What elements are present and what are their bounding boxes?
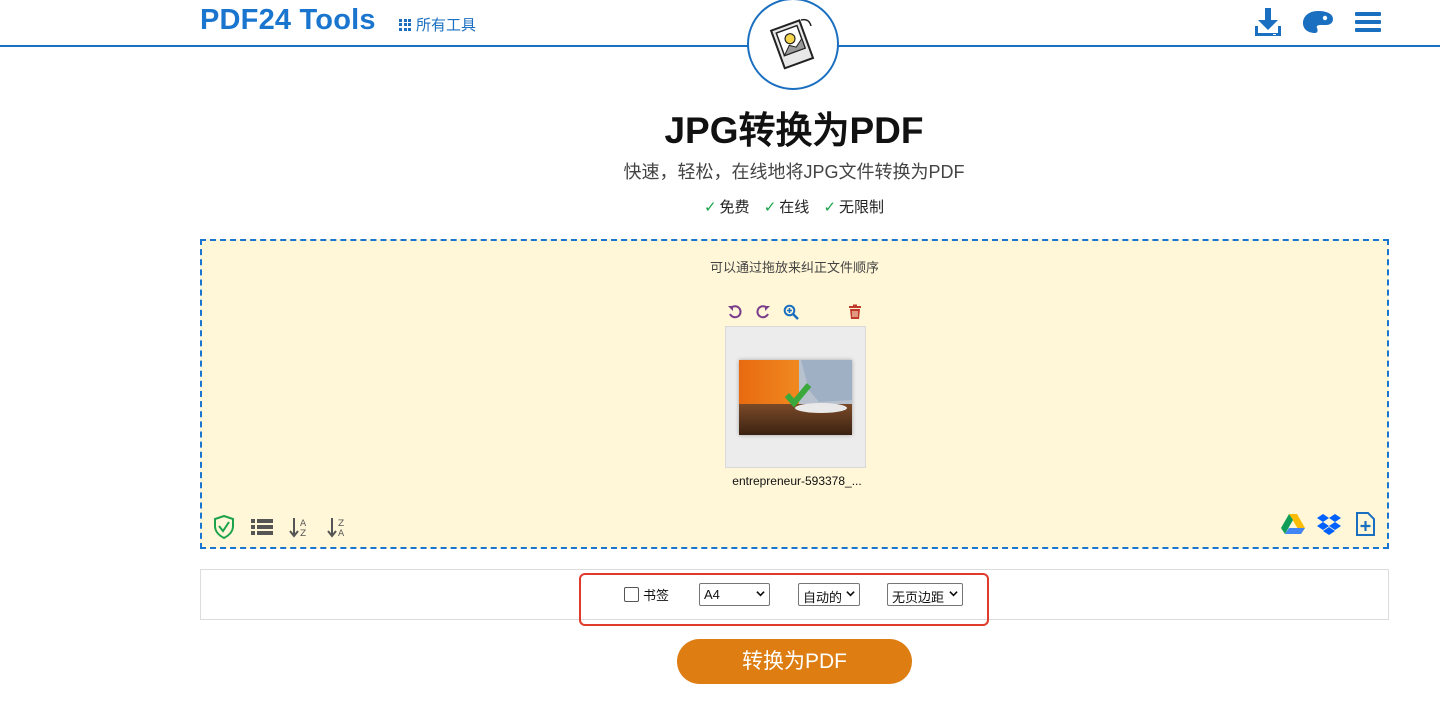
page-title: JPG转换为PDF xyxy=(664,110,924,151)
sort-az-icon[interactable]: AZ xyxy=(288,515,312,539)
check-icon: ✓ xyxy=(703,199,717,216)
bookmark-label: 书签 xyxy=(643,588,670,603)
bookmark-checkbox[interactable] xyxy=(624,587,639,602)
check-icon: ✓ xyxy=(823,199,837,216)
svg-text:A: A xyxy=(300,519,307,529)
rotate-right-icon[interactable] xyxy=(755,304,771,320)
grid-icon xyxy=(399,18,411,31)
chevron-down-icon xyxy=(756,591,765,597)
reorder-hint: 可以通过拖放来纠正文件顺序 xyxy=(709,260,879,275)
file-name: entrepreneur-593378_... xyxy=(732,474,862,488)
feature-free: ✓ 免费 xyxy=(703,199,750,216)
all-tools-link[interactable]: 所有工具 xyxy=(399,14,476,35)
feature-list: ✓ 免费 ✓ 在线 ✓ 无限制 xyxy=(0,196,1440,217)
svg-text:A: A xyxy=(338,529,345,538)
margin-select[interactable]: 无页边距 xyxy=(887,583,963,606)
tool-logo xyxy=(747,0,839,90)
svg-text:Z: Z xyxy=(338,519,344,529)
download-icon[interactable] xyxy=(1252,6,1284,38)
photo-stack-icon xyxy=(769,18,815,70)
google-drive-icon[interactable] xyxy=(1281,512,1305,536)
chevron-down-icon xyxy=(846,591,855,597)
convert-to-pdf-button[interactable]: 转换为PDF xyxy=(677,639,912,684)
rotate-left-icon[interactable] xyxy=(727,304,743,320)
page-size-value: A4 xyxy=(704,587,720,602)
header-icons xyxy=(1252,6,1384,38)
sort-za-icon[interactable]: ZA xyxy=(326,515,350,539)
orientation-select[interactable]: 自动的 xyxy=(798,583,860,606)
hamburger-menu-icon[interactable] xyxy=(1352,6,1384,38)
file-thumbnail[interactable] xyxy=(725,326,866,468)
header-divider xyxy=(0,45,1440,47)
chevron-down-icon xyxy=(949,591,958,597)
all-tools-label: 所有工具 xyxy=(416,17,477,34)
dropzone-left-tools: AZ ZA xyxy=(212,515,350,539)
feature-online: ✓ 在线 xyxy=(763,199,810,216)
shield-check-icon[interactable] xyxy=(212,515,236,539)
feature-unlimited: ✓ 无限制 xyxy=(823,199,885,216)
orientation-value: 自动的 xyxy=(803,590,843,605)
bookmark-option[interactable]: 书签 xyxy=(624,585,669,604)
svg-text:Z: Z xyxy=(300,529,306,538)
palette-icon[interactable] xyxy=(1302,6,1334,38)
zoom-in-icon[interactable] xyxy=(783,304,799,320)
list-icon[interactable] xyxy=(250,515,274,539)
margin-value: 无页边距 xyxy=(892,590,945,605)
dropbox-icon[interactable] xyxy=(1317,512,1341,536)
dropzone-right-tools xyxy=(1281,512,1377,536)
brand-logo[interactable]: PDF24 Tools xyxy=(200,4,376,37)
image-preview xyxy=(739,360,852,435)
file-drop-zone[interactable]: 可以通过拖放来纠正文件顺序 entrepreneur-593378_... A … xyxy=(200,239,1389,549)
trash-icon[interactable] xyxy=(847,304,863,320)
page-size-select[interactable]: A4 xyxy=(699,583,770,606)
check-icon: ✓ xyxy=(763,199,777,216)
add-file-icon[interactable] xyxy=(1353,512,1377,536)
file-toolbar xyxy=(727,304,861,322)
page-subtitle: 快速，轻松，在线地将JPG文件转换为PDF xyxy=(623,162,965,182)
